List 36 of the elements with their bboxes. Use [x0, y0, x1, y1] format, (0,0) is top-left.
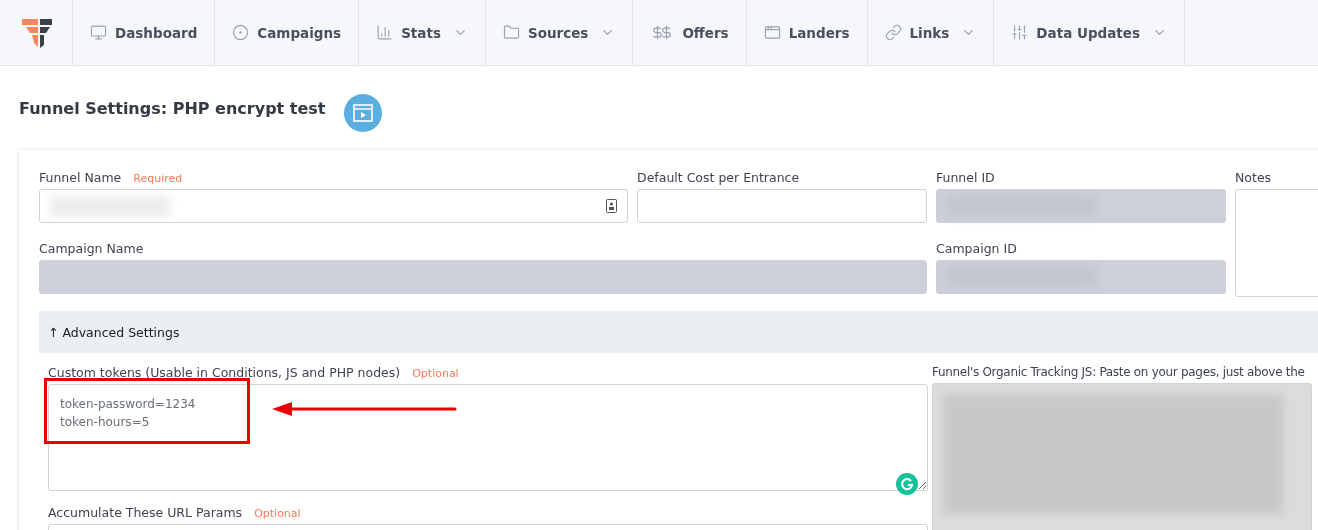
- video-button[interactable]: [343, 94, 382, 132]
- sliders-icon: [1011, 24, 1029, 41]
- folder-icon: [502, 24, 520, 41]
- link-icon: [884, 24, 902, 41]
- field-note: Required: [133, 172, 183, 185]
- field-label: Funnel Name: [39, 170, 122, 185]
- target-icon: [232, 24, 250, 41]
- field-note: Optional: [254, 507, 301, 520]
- nav-item[interactable]: Offers: [632, 0, 746, 65]
- window-icon: [763, 24, 781, 41]
- nav-item[interactable]: Sources: [484, 0, 633, 65]
- grammarly-icon: [896, 473, 918, 495]
- field-note: Optional: [412, 367, 459, 380]
- field-label: Default Cost per Entrance: [637, 170, 800, 185]
- field-label: Campaign ID: [936, 240, 1017, 256]
- nav-item[interactable]: Links: [866, 0, 994, 65]
- nav-item[interactable]: Stats: [358, 0, 485, 65]
- nav-item[interactable]: Campaigns: [214, 0, 359, 65]
- custom-tokens-textarea[interactable]: token-password=1234 token-hours=5: [48, 384, 928, 491]
- nav-item[interactable]: Data Updates: [993, 0, 1185, 65]
- monitor-icon: [90, 24, 107, 41]
- advanced-settings-toggle[interactable]: ↑ Advanced Settings: [39, 311, 1318, 353]
- nav-item[interactable]: Landers: [745, 0, 867, 65]
- page-title: Funnel Settings: PHP encrypt test: [19, 98, 326, 118]
- field-label: Notes: [1235, 170, 1272, 185]
- contact-card-icon: [606, 199, 617, 213]
- field-label: Accumulate These URL Params: [48, 505, 243, 520]
- nav-item[interactable]: Dashboard: [72, 0, 215, 65]
- bar-chart-icon: [376, 24, 394, 41]
- field-label: Campaign Name: [39, 240, 144, 256]
- field-label: Funnel ID: [936, 170, 995, 185]
- cost-input[interactable]: [637, 189, 927, 223]
- video-play-icon: [352, 104, 373, 122]
- field-label: Funnel's Organic Tracking JS: Paste on your pages, just above the: [932, 365, 1305, 379]
- field-label: Custom tokens (Usable in Conditions, JS and PHP nodes): [48, 365, 401, 380]
- funnel-name-input[interactable]: [39, 189, 628, 223]
